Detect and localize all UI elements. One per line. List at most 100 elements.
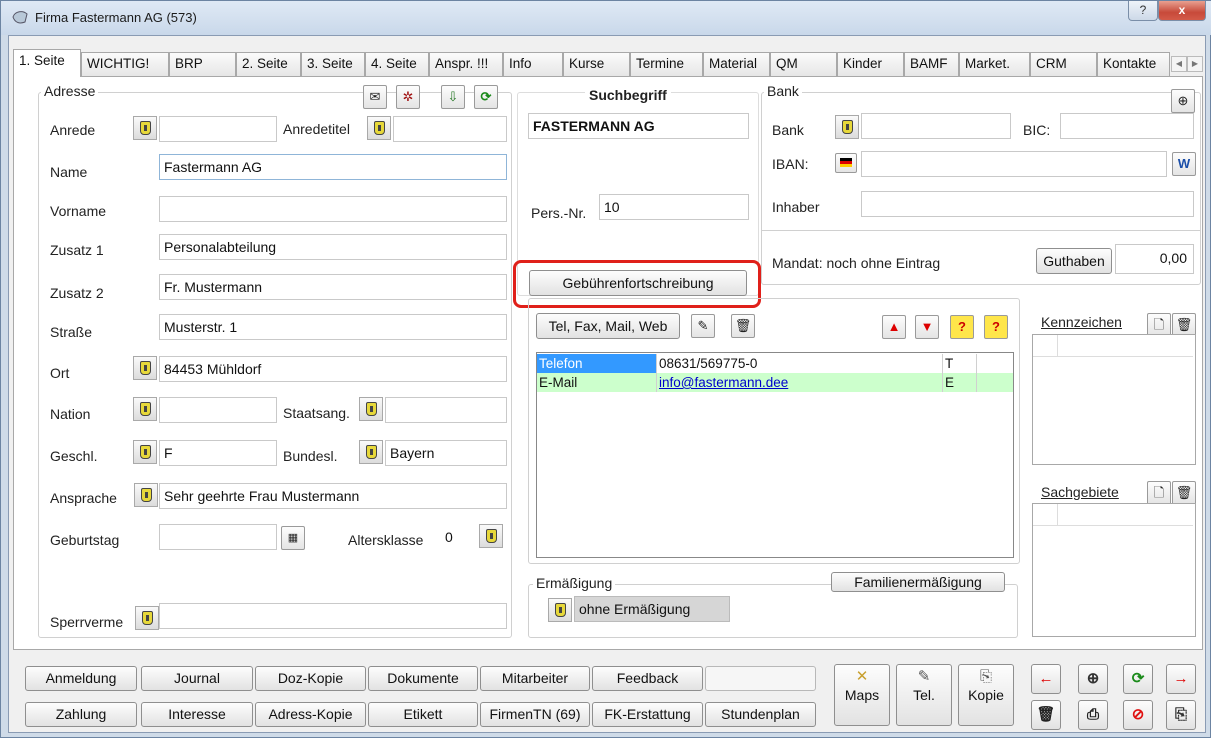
altersklasse-field[interactable]: 0 <box>440 524 476 550</box>
tab-crm[interactable]: CRM <box>1030 52 1097 76</box>
anrede-field[interactable] <box>159 116 277 142</box>
name-field[interactable]: Fastermann AG <box>159 154 507 180</box>
mitarbeiter-button[interactable]: Mitarbeiter <box>480 666 590 691</box>
persnr-field[interactable]: 10 <box>599 194 749 220</box>
comm-email-link[interactable]: info@fastermann.dee <box>657 373 943 392</box>
tab-info[interactable]: Info <box>503 52 563 76</box>
nation-picker-icon[interactable] <box>133 397 157 421</box>
previous-arrow-icon[interactable]: ← <box>1031 664 1061 694</box>
strasse-field[interactable]: Musterstr. 1 <box>159 314 507 340</box>
export-icon[interactable]: ⇩ <box>441 85 465 109</box>
tab-seite2[interactable]: 2. Seite <box>236 52 301 76</box>
familienermaessigung-button[interactable]: Familienermäßigung <box>831 572 1005 592</box>
altersklasse-picker-icon[interactable] <box>479 524 503 548</box>
help-button[interactable]: ? <box>1128 1 1158 21</box>
zoom-icon[interactable]: ⊕ <box>1171 89 1195 113</box>
inhaber-field[interactable] <box>861 191 1194 217</box>
kopie-button[interactable]: ⎘ Kopie <box>958 664 1014 726</box>
envelope-icon[interactable]: ✉ <box>363 85 387 109</box>
stundenplan-button[interactable]: Stundenplan <box>705 702 816 727</box>
tab-market[interactable]: Market. <box>959 52 1030 76</box>
suchbegriff-field[interactable]: FASTERMANN AG <box>528 113 749 139</box>
tab-kontakte[interactable]: Kontakte <box>1097 52 1170 76</box>
bank-picker-icon[interactable] <box>835 115 859 139</box>
anredetitel-field[interactable] <box>393 116 507 142</box>
help-question-icon[interactable]: ? <box>950 315 974 339</box>
trash-icon[interactable]: 🗑 <box>1172 481 1196 505</box>
tab-kinder[interactable]: Kinder <box>837 52 904 76</box>
table-row[interactable]: Telefon 08631/569775-0 T <box>537 354 1013 373</box>
sperrvermerk-picker-icon[interactable] <box>135 606 159 630</box>
ort-picker-icon[interactable] <box>133 356 157 380</box>
zusatz2-field[interactable]: Fr. Mustermann <box>159 274 507 300</box>
move-up-icon[interactable]: ▲ <box>882 315 906 339</box>
tab-seite4[interactable]: 4. Seite <box>365 52 429 76</box>
tab-scroll-left-icon[interactable]: ◀ <box>1171 56 1187 72</box>
anmeldung-button[interactable]: Anmeldung <box>25 666 137 691</box>
anredetitel-picker-icon[interactable] <box>367 116 391 140</box>
tel-fax-mail-web-button[interactable]: Tel, Fax, Mail, Web <box>536 313 680 339</box>
sachgebiete-list[interactable] <box>1032 503 1196 637</box>
adress-kopie-button[interactable]: Adress-Kopie <box>255 702 366 727</box>
tree-icon[interactable]: ✲ <box>396 85 420 109</box>
tab-qm[interactable]: QM <box>770 52 837 76</box>
staatsang-picker-icon[interactable] <box>359 397 383 421</box>
bank-field[interactable] <box>861 113 1011 139</box>
save-copy-icon[interactable]: ⎘ <box>1166 700 1196 730</box>
geschl-picker-icon[interactable] <box>133 440 157 464</box>
sperrvermerk-field[interactable] <box>159 603 507 629</box>
anrede-picker-icon[interactable] <box>133 116 157 140</box>
ermaessigung-picker-icon[interactable] <box>548 598 572 622</box>
close-button[interactable]: x <box>1158 1 1206 21</box>
guthaben-field[interactable]: 0,00 <box>1115 244 1194 274</box>
journal-button[interactable]: Journal <box>141 666 253 691</box>
new-document-icon[interactable]: 🗋 <box>1147 481 1171 505</box>
tab-wichtig[interactable]: WICHTIG! <box>81 52 169 76</box>
iban-field[interactable] <box>861 151 1167 177</box>
empty-button[interactable] <box>705 666 816 691</box>
guthaben-button[interactable]: Guthaben <box>1036 248 1112 274</box>
feedback-button[interactable]: Feedback <box>592 666 703 691</box>
interesse-button[interactable]: Interesse <box>141 702 253 727</box>
dokumente-button[interactable]: Dokumente <box>368 666 478 691</box>
tab-brp[interactable]: BRP <box>169 52 236 76</box>
tab-scroll-right-icon[interactable]: ▶ <box>1187 56 1203 72</box>
etikett-button[interactable]: Etikett <box>368 702 478 727</box>
kennzeichen-list[interactable] <box>1032 334 1196 465</box>
firmentn-button[interactable]: FirmenTN (69) <box>480 702 590 727</box>
move-down-icon[interactable]: ▼ <box>915 315 939 339</box>
next-arrow-icon[interactable]: → <box>1166 664 1196 694</box>
geschl-field[interactable]: F <box>159 440 277 466</box>
ansprache-picker-icon[interactable] <box>134 483 158 507</box>
cancel-icon[interactable]: ⊘ <box>1123 700 1153 730</box>
tab-seite3[interactable]: 3. Seite <box>301 52 365 76</box>
bundesl-field[interactable]: Bayern <box>385 440 507 466</box>
zahlung-button[interactable]: Zahlung <box>25 702 137 727</box>
tel-button[interactable]: ✎ Tel. <box>896 664 952 726</box>
calendar-icon[interactable]: ▦ <box>281 526 305 550</box>
ansprache-field[interactable]: Sehr geehrte Frau Mustermann <box>159 483 507 509</box>
pencil-icon[interactable]: ✎ <box>691 314 715 338</box>
tab-bamf[interactable]: BAMF <box>904 52 959 76</box>
bic-field[interactable] <box>1060 113 1194 139</box>
maps-button[interactable]: ✕ Maps <box>834 664 890 726</box>
print-icon[interactable]: ⎙ <box>1078 700 1108 730</box>
word-icon[interactable]: W <box>1172 152 1196 176</box>
bundesl-picker-icon[interactable] <box>359 440 383 464</box>
help-question-icon-2[interactable]: ? <box>984 315 1008 339</box>
doz-kopie-button[interactable]: Doz-Kopie <box>255 666 366 691</box>
vorname-field[interactable] <box>159 196 507 222</box>
tab-anspr[interactable]: Anspr. !!! <box>429 52 503 76</box>
zoom-icon[interactable]: ⊕ <box>1078 664 1108 694</box>
tab-material[interactable]: Material <box>703 52 770 76</box>
staatsang-field[interactable] <box>385 397 507 423</box>
zusatz1-field[interactable]: Personalabteilung <box>159 234 507 260</box>
trash-icon[interactable]: 🗑 <box>731 314 755 338</box>
flag-de-icon[interactable] <box>835 153 857 173</box>
fk-erstattung-button[interactable]: FK-Erstattung <box>592 702 703 727</box>
geburtstag-field[interactable] <box>159 524 277 550</box>
trash-icon[interactable]: 🗑 <box>1031 700 1061 730</box>
nation-field[interactable] <box>159 397 277 423</box>
ermaessigung-field[interactable]: ohne Ermäßigung <box>574 596 730 622</box>
tab-termine[interactable]: Termine <box>630 52 703 76</box>
